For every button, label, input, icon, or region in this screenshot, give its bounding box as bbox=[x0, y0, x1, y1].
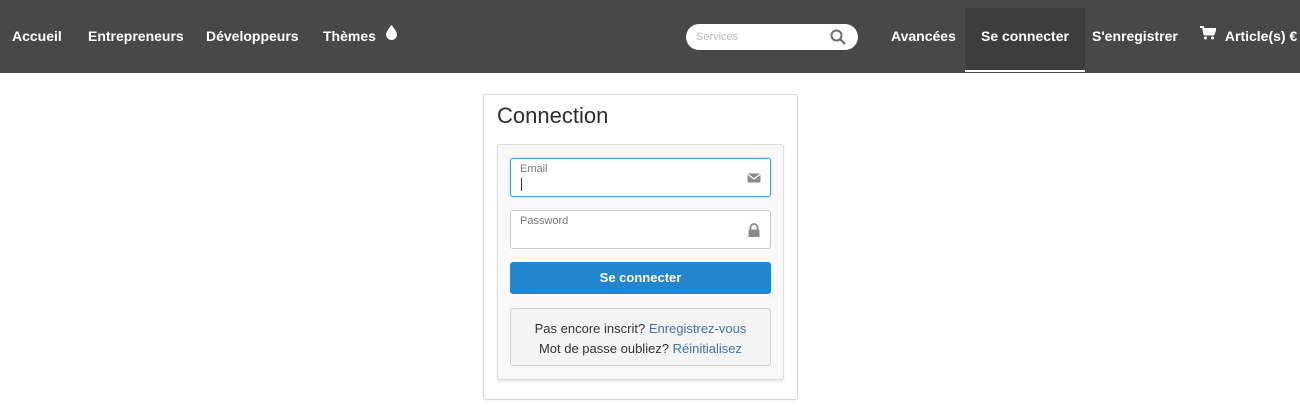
nav-avancees[interactable]: Avancées bbox=[891, 0, 956, 73]
droplet-icon bbox=[385, 0, 397, 72]
nav-developpeurs[interactable]: Développeurs bbox=[206, 0, 299, 73]
login-card: Connection Email Password Se connecter P… bbox=[483, 94, 798, 400]
nav-themes-label: Thèmes bbox=[323, 28, 376, 44]
reset-line: Mot de passe oubliez? Réinitialisez bbox=[511, 339, 770, 359]
nav-senregistrer-label: S'enregistrer bbox=[1092, 28, 1178, 44]
nav-cart[interactable]: Article(s) € bbox=[1200, 0, 1297, 73]
cart-icon bbox=[1200, 0, 1217, 72]
login-title: Connection bbox=[497, 103, 609, 128]
email-field[interactable]: Email bbox=[510, 158, 771, 197]
nav-cart-label: Article(s) € bbox=[1224, 28, 1298, 44]
nav-avancees-label: Avancées bbox=[891, 28, 956, 44]
password-field[interactable]: Password bbox=[510, 210, 771, 249]
envelope-icon bbox=[747, 171, 761, 185]
register-link[interactable]: Enregistrez-vous bbox=[649, 321, 747, 336]
nav-accueil-label: Accueil bbox=[12, 28, 62, 44]
lock-icon bbox=[747, 223, 761, 237]
search-icon[interactable] bbox=[830, 29, 846, 45]
nav-developpeurs-label: Développeurs bbox=[206, 28, 299, 44]
top-navbar: Accueil Entrepreneurs Développeurs Thème… bbox=[0, 0, 1300, 73]
email-input[interactable] bbox=[520, 177, 740, 193]
nav-se-connecter-label: Se connecter bbox=[981, 28, 1069, 44]
reset-link[interactable]: Réinitialisez bbox=[673, 341, 742, 356]
login-submit-button[interactable]: Se connecter bbox=[510, 262, 771, 294]
register-question: Pas encore inscrit? bbox=[534, 321, 646, 336]
nav-entrepreneurs[interactable]: Entrepreneurs bbox=[88, 0, 184, 73]
nav-accueil[interactable]: Accueil bbox=[12, 0, 62, 73]
nav-senregistrer[interactable]: S'enregistrer bbox=[1092, 0, 1178, 73]
text-caret bbox=[521, 178, 522, 191]
password-input[interactable] bbox=[520, 229, 740, 245]
login-help-message: Pas encore inscrit? Enregistrez-vous Mot… bbox=[510, 308, 771, 366]
password-label: Password bbox=[520, 215, 569, 227]
email-label: Email bbox=[520, 163, 548, 175]
nav-themes[interactable]: Thèmes bbox=[323, 0, 397, 73]
nav-entrepreneurs-label: Entrepreneurs bbox=[88, 28, 184, 44]
nav-se-connecter[interactable]: Se connecter bbox=[965, 8, 1085, 72]
search-box bbox=[686, 24, 858, 50]
login-form: Email Password Se connecter Pas encore i… bbox=[497, 144, 784, 380]
search-input[interactable] bbox=[696, 28, 826, 46]
register-line: Pas encore inscrit? Enregistrez-vous bbox=[511, 319, 770, 339]
reset-question: Mot de passe oubliez? bbox=[538, 341, 670, 356]
